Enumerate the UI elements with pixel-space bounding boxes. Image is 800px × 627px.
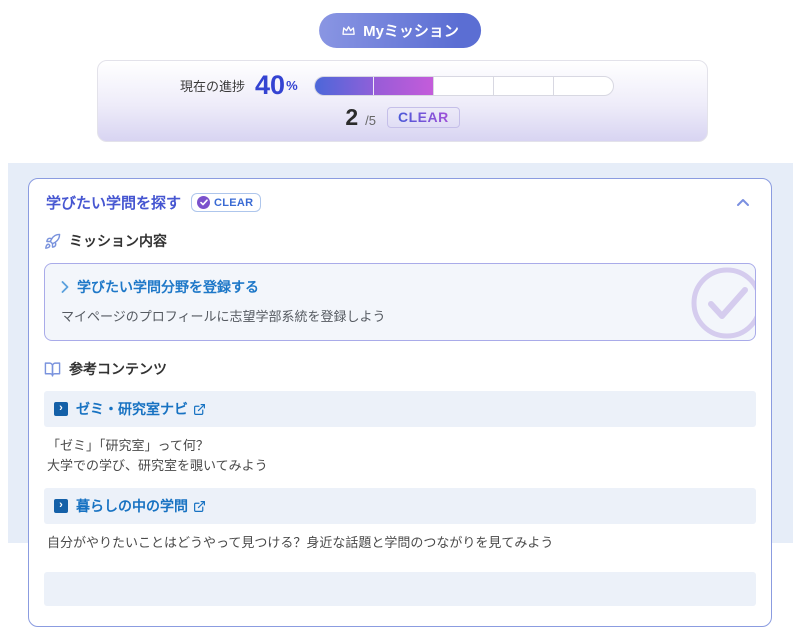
mission-card-title: 学びたい学問を探す <box>46 192 181 213</box>
mission-card-header: 学びたい学問を探す CLEAR <box>44 179 756 217</box>
progress-segment <box>434 77 494 95</box>
content-description-1: 「ゼミ」「研究室」って何？ 大学での学び、研究室を覗いてみよう <box>44 427 756 482</box>
check-circle-icon <box>197 196 210 209</box>
content-banner: › 暮らしの中の学問 <box>44 488 756 524</box>
collapse-card-button[interactable] <box>732 194 754 211</box>
content-link-2[interactable]: 暮らしの中の学問 <box>76 496 206 516</box>
book-open-icon <box>44 361 61 378</box>
arrow-square-icon: › <box>54 402 68 416</box>
progress-segment <box>494 77 554 95</box>
external-link-icon <box>193 403 206 416</box>
reference-section-heading: 参考コンテンツ <box>44 359 756 379</box>
chevron-right-icon <box>61 281 69 293</box>
completed-check-icon <box>689 265 756 341</box>
content-banner-partial <box>44 572 756 606</box>
progress-card: 現在の進捗 40 % 2 /5 CLEAR <box>97 60 708 142</box>
content-description-line: 自分がやりたいことはどうやって見つける？身近な話題と学問のつながりを見てみよう <box>47 533 753 553</box>
content-link-1-label: ゼミ・研究室ナビ <box>76 399 188 419</box>
mission-item-link-row[interactable]: 学びたい学問分野を登録する <box>61 277 665 297</box>
progress-clear-badge: CLEAR <box>387 107 460 128</box>
progress-segment <box>554 77 613 95</box>
mission-item-link[interactable]: 学びたい学問分野を登録する <box>77 277 259 297</box>
my-mission-label: Myミッション <box>363 20 459 41</box>
progress-segment <box>374 77 434 95</box>
mission-list-section: 学びたい学問を探す CLEAR <box>8 163 793 543</box>
clear-status-label: CLEAR <box>214 197 253 209</box>
content-description-line: 大学での学び、研究室を覗いてみよう <box>47 456 753 476</box>
mission-item-description: マイページのプロフィールに志望学部系統を登録しよう <box>61 306 665 325</box>
clear-status-badge: CLEAR <box>191 193 261 212</box>
progress-count: 2 <box>345 106 358 129</box>
content-link-2-label: 暮らしの中の学問 <box>76 496 188 516</box>
content-banner: › ゼミ・研究室ナビ <box>44 391 756 427</box>
progress-percent: 40 <box>255 72 285 99</box>
progress-percent-unit: % <box>286 78 298 93</box>
content-description-line: 「ゼミ」「研究室」って何？ <box>47 436 753 456</box>
crown-icon <box>341 24 356 37</box>
arrow-square-icon: › <box>54 499 68 513</box>
mission-item-box: 学びたい学問分野を登録する マイページのプロフィールに志望学部系統を登録しよう <box>44 263 756 341</box>
mission-section-heading: ミッション内容 <box>44 231 756 251</box>
my-mission-badge[interactable]: Myミッション <box>319 13 481 48</box>
progress-total: /5 <box>365 113 376 128</box>
content-link-1[interactable]: ゼミ・研究室ナビ <box>76 399 206 419</box>
reference-section-label: 参考コンテンツ <box>69 359 167 379</box>
progress-segment <box>315 77 375 95</box>
chevron-up-icon <box>736 198 750 207</box>
mission-section-label: ミッション内容 <box>69 231 167 251</box>
content-description-2: 自分がやりたいことはどうやって見つける？身近な話題と学問のつながりを見てみよう <box>44 524 756 559</box>
rocket-icon <box>44 233 61 250</box>
mission-card: 学びたい学問を探す CLEAR <box>28 178 772 627</box>
external-link-icon <box>193 500 206 513</box>
progress-bar <box>314 76 614 96</box>
progress-label: 現在の進捗 <box>180 76 245 95</box>
